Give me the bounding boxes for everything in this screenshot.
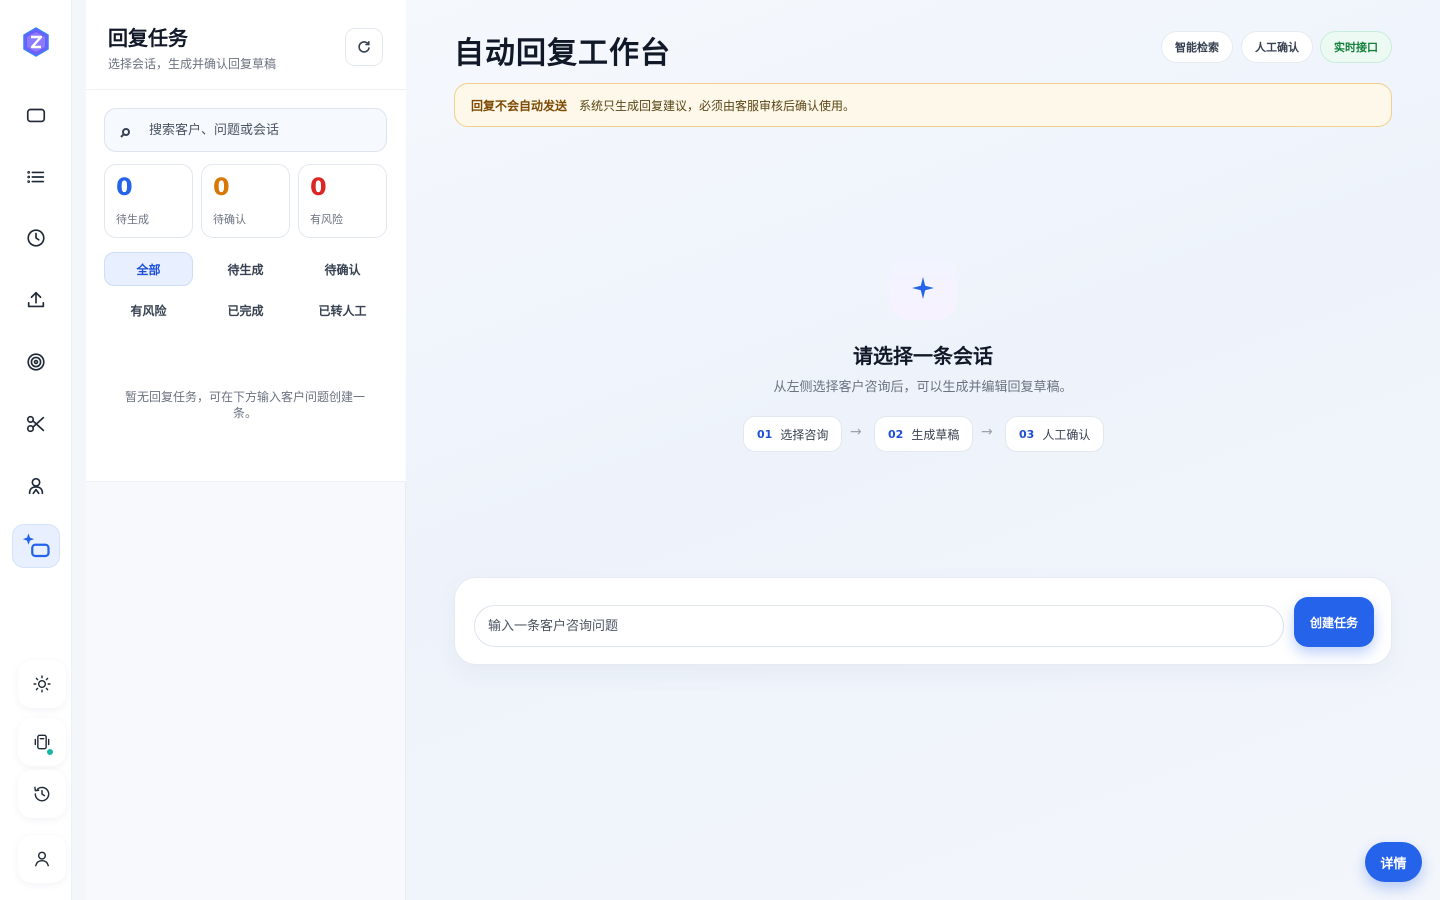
filter-pending-confirm[interactable]: 待确认 bbox=[298, 252, 387, 286]
notice-banner: 回复不会自动发送 系统只生成回复建议，必须由客服审核后确认使用。 bbox=[454, 83, 1392, 127]
step-confirm: 03 人工确认 bbox=[1005, 416, 1105, 452]
agent-icon[interactable] bbox=[12, 464, 60, 508]
search-input[interactable] bbox=[149, 122, 369, 138]
task-panel-header: 回复任务 选择会话，生成并确认回复草稿 bbox=[86, 0, 406, 90]
arrow-icon: → bbox=[981, 424, 993, 440]
composer: 创建任务 bbox=[454, 577, 1392, 665]
refresh-icon bbox=[358, 40, 370, 53]
filter-transferred[interactable]: 已转人工 bbox=[298, 293, 387, 327]
stat-label: 待确认 bbox=[213, 213, 246, 226]
main-workspace: 自动回复工作台 智能检索 人工确认 实时接口 回复不会自动发送 系统只生成回复建… bbox=[406, 0, 1440, 900]
sparkle-icon bbox=[889, 256, 957, 320]
step-number: 02 bbox=[888, 427, 904, 441]
panel-subtitle: 选择会话，生成并确认回复草稿 bbox=[108, 57, 277, 71]
icon-rail bbox=[0, 0, 72, 900]
task-panel: 回复任务 选择会话，生成并确认回复草稿 0 待生成 0 待确认 0 有风险 全部… bbox=[86, 0, 406, 900]
stat-label: 待生成 bbox=[116, 213, 149, 226]
filter-pending-generate[interactable]: 待生成 bbox=[201, 252, 290, 286]
auto-reply-icon[interactable] bbox=[12, 524, 60, 568]
page-title: 自动回复工作台 bbox=[454, 36, 671, 71]
task-panel-card: 回复任务 选择会话，生成并确认回复草稿 0 待生成 0 待确认 0 有风险 全部… bbox=[86, 0, 406, 482]
arrow-icon: → bbox=[850, 424, 862, 440]
step-number: 01 bbox=[757, 427, 773, 441]
chip-smart-search[interactable]: 智能检索 bbox=[1161, 31, 1233, 63]
online-status-dot bbox=[46, 748, 54, 756]
target-icon[interactable] bbox=[12, 340, 60, 384]
step-generate: 02 生成草稿 bbox=[874, 416, 974, 452]
question-input[interactable] bbox=[474, 605, 1284, 647]
filter-all[interactable]: 全部 bbox=[104, 252, 193, 286]
create-task-button[interactable]: 创建任务 bbox=[1294, 597, 1374, 647]
step-number: 03 bbox=[1019, 427, 1035, 441]
stat-value: 0 bbox=[310, 173, 327, 201]
stat-value: 0 bbox=[213, 173, 230, 201]
filter-risk[interactable]: 有风险 bbox=[104, 293, 193, 327]
filter-completed[interactable]: 已完成 bbox=[201, 293, 290, 327]
stat-label: 有风险 bbox=[310, 213, 343, 226]
device-icon[interactable] bbox=[18, 718, 66, 766]
refresh-button[interactable] bbox=[345, 28, 383, 66]
scissors-icon[interactable] bbox=[12, 402, 60, 446]
step-select: 01 选择咨询 bbox=[743, 416, 843, 452]
empty-state-subtitle: 从左侧选择客户咨询后，可以生成并编辑回复草稿。 bbox=[773, 380, 1073, 395]
step-label: 生成草稿 bbox=[911, 427, 960, 442]
step-label: 选择咨询 bbox=[780, 427, 829, 442]
search-icon bbox=[119, 124, 131, 138]
task-search[interactable] bbox=[104, 108, 387, 152]
notice-text: 系统只生成回复建议，必须由客服审核后确认使用。 bbox=[579, 98, 856, 113]
list-icon[interactable] bbox=[12, 155, 60, 199]
sun-icon[interactable] bbox=[18, 660, 66, 708]
app-logo-icon[interactable] bbox=[20, 26, 52, 58]
clock-icon[interactable] bbox=[12, 216, 60, 260]
details-button[interactable]: 详情 bbox=[1365, 842, 1422, 882]
notice-title: 回复不会自动发送 bbox=[471, 98, 568, 113]
task-empty-message: 暂无回复任务，可在下方输入客户问题创建一条。 bbox=[124, 390, 365, 420]
stat-card-risk[interactable]: 0 有风险 bbox=[298, 164, 387, 238]
chip-manual-confirm[interactable]: 人工确认 bbox=[1241, 31, 1313, 63]
upload-icon[interactable] bbox=[12, 278, 60, 322]
chip-live-api[interactable]: 实时接口 bbox=[1320, 31, 1392, 63]
empty-state-title: 请选择一条会话 bbox=[853, 344, 993, 368]
user-icon[interactable] bbox=[18, 835, 66, 883]
stat-value: 0 bbox=[116, 173, 133, 201]
panel-title: 回复任务 bbox=[108, 26, 188, 50]
step-label: 人工确认 bbox=[1042, 427, 1091, 442]
stat-card-pending-generate[interactable]: 0 待生成 bbox=[104, 164, 193, 238]
window-icon[interactable] bbox=[12, 93, 60, 137]
history-icon[interactable] bbox=[18, 770, 66, 818]
stat-card-pending-confirm[interactable]: 0 待确认 bbox=[201, 164, 290, 238]
